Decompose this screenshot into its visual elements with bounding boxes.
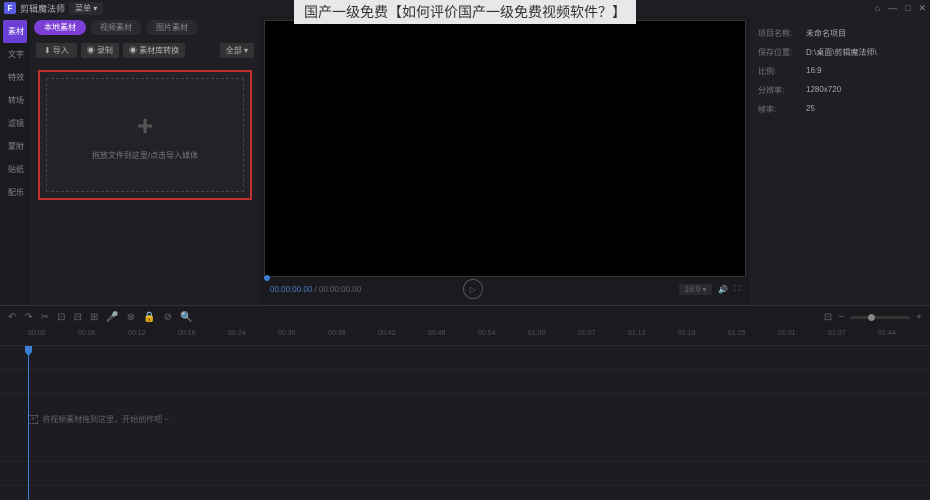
dropzone-text: 拖放文件到这里/点击导入媒体 xyxy=(92,150,198,161)
ruler-tick: 00:18 xyxy=(178,330,196,337)
undo-icon[interactable]: ↶ xyxy=(8,312,16,323)
track-row[interactable] xyxy=(0,346,930,370)
convert-chip[interactable]: ◉ 素材库转换 xyxy=(123,43,185,58)
ruler-tick: 00:24 xyxy=(228,330,246,337)
play-button[interactable]: ▷ xyxy=(463,279,483,299)
zoom-slider[interactable] xyxy=(850,316,910,319)
close-icon[interactable]: ✕ xyxy=(918,3,926,14)
search-icon[interactable]: 🔍 xyxy=(180,312,192,323)
prop-value-path: D:\桌面\剪辑魔法师\ xyxy=(806,47,877,58)
tool-icon-1[interactable]: ⊡ xyxy=(57,312,65,323)
maximize-icon[interactable]: □ xyxy=(905,3,910,14)
zoom-in-icon[interactable]: + xyxy=(916,312,922,323)
redo-icon[interactable]: ↷ xyxy=(24,312,32,323)
track-row[interactable] xyxy=(0,438,930,462)
tool-icon-4[interactable]: ⊗ xyxy=(127,312,135,323)
time-current: 00:00:00.00 xyxy=(270,285,312,294)
ruler-tick: 01:19 xyxy=(678,330,696,337)
ruler-tick: 01:25 xyxy=(728,330,746,337)
sidebar-item-music[interactable]: 配乐 xyxy=(0,181,30,204)
menu-button[interactable]: 菜单 ▾ xyxy=(69,2,103,15)
track-row[interactable] xyxy=(0,370,930,394)
playhead[interactable] xyxy=(28,346,29,500)
prop-label-name: 项目名称: xyxy=(758,28,798,39)
prop-value-name: 未命名项目 xyxy=(806,28,846,39)
cut-icon[interactable]: ✂ xyxy=(41,312,49,323)
ruler-tick: 00:54 xyxy=(478,330,496,337)
home-icon[interactable]: ⌂ xyxy=(875,3,880,14)
prop-label-path: 保存位置: xyxy=(758,47,798,58)
media-panel: 本地素材 视频素材 图片素材 ⬇ 导入 ◉ 录制 ◉ 素材库转换 全部 ▾ + … xyxy=(30,16,260,305)
ruler-tick: 00:00 xyxy=(28,330,46,337)
sidebar-item-media[interactable]: 素材 xyxy=(3,20,27,43)
tool-icon-5[interactable]: ⊘ xyxy=(164,312,172,323)
prop-label-fps: 帧率: xyxy=(758,104,798,115)
ruler-tick: 01:07 xyxy=(578,330,596,337)
tab-image-media[interactable]: 图片素材 xyxy=(146,20,198,35)
ruler-tick: 00:12 xyxy=(128,330,146,337)
ratio-selector[interactable]: 16:9 ▾ xyxy=(679,284,713,295)
prop-label-res: 分辨率: xyxy=(758,85,798,96)
timeline-tracks[interactable]: + 将视频素材拖到这里，开始创作吧 ~ xyxy=(0,346,930,500)
media-dropzone[interactable]: + 拖放文件到这里/点击导入媒体 xyxy=(38,70,252,200)
track-row[interactable] xyxy=(0,462,930,486)
ruler-tick: 00:42 xyxy=(378,330,396,337)
timeline-ruler[interactable]: 00:00 00:06 00:12 00:18 00:24 00:30 00:36 00:42… xyxy=(0,328,930,346)
tab-local-media[interactable]: 本地素材 xyxy=(34,20,86,35)
timeline: ↶ ↷ ✂ ⊡ ⊟ ⊞ 🎤 ⊗ 🔒 ⊘ 🔍 ⊡ − + 00:0000:0600… xyxy=(0,305,930,500)
app-logo-icon: F xyxy=(4,2,16,14)
timeline-toolbar: ↶ ↷ ✂ ⊡ ⊟ ⊞ 🎤 ⊗ 🔒 ⊘ 🔍 ⊡ − + xyxy=(0,306,930,328)
zoom-out-icon[interactable]: − xyxy=(838,312,844,323)
ruler-tick: 01:00 xyxy=(528,330,546,337)
ruler-tick: 01:31 xyxy=(778,330,796,337)
sidebar-item-effects[interactable]: 特效 xyxy=(0,66,30,89)
ruler-tick: 01:13 xyxy=(628,330,646,337)
minimize-icon[interactable]: — xyxy=(888,3,897,14)
ruler-tick: 00:30 xyxy=(278,330,296,337)
ruler-tick: 01:37 xyxy=(828,330,846,337)
ruler-tick: 00:06 xyxy=(78,330,96,337)
record-chip[interactable]: ◉ 录制 xyxy=(81,43,119,58)
time-duration: 00:00:00.00 xyxy=(319,285,361,294)
sidebar-item-sticker[interactable]: 贴纸 xyxy=(0,158,30,181)
mic-icon[interactable]: 🎤 xyxy=(106,312,118,323)
ruler-tick: 01:44 xyxy=(878,330,896,337)
prop-value-fps: 25 xyxy=(806,104,815,115)
import-button[interactable]: ⬇ 导入 xyxy=(36,43,77,58)
lock-icon[interactable]: 🔒 xyxy=(143,312,155,323)
tool-icon-3[interactable]: ⊞ xyxy=(90,312,98,323)
preview-video[interactable] xyxy=(264,20,746,277)
sidebar-item-filter[interactable]: 滤镜 xyxy=(0,112,30,135)
sidebar: 素材 文字 特效 转场 滤镜 蒙附 贴纸 配乐 xyxy=(0,16,30,305)
app-name: 剪辑魔法师 xyxy=(20,2,65,15)
tab-video-media[interactable]: 视频素材 xyxy=(90,20,142,35)
tool-icon-2[interactable]: ⊟ xyxy=(74,312,82,323)
volume-icon[interactable]: 🔊 xyxy=(718,285,728,294)
prop-value-res: 1280x720 xyxy=(806,85,841,96)
prop-value-ratio: 16:9 xyxy=(806,66,822,77)
sidebar-item-text[interactable]: 文字 xyxy=(0,43,30,66)
plus-icon: + xyxy=(137,110,153,142)
timeline-hint: + 将视频素材拖到这里，开始创作吧 ~ xyxy=(28,414,169,425)
overlay-banner: 国产一级免费【如何评价国产一级免费视频软件？】 xyxy=(294,0,636,24)
sidebar-item-transition[interactable]: 转场 xyxy=(0,89,30,112)
filter-all-chip[interactable]: 全部 ▾ xyxy=(220,43,254,58)
preview-panel: 00:00:00.00 / 00:00:00.00 ▷ 16:9 ▾ 🔊 ⛶ xyxy=(260,16,750,305)
ruler-tick: 00:48 xyxy=(428,330,446,337)
properties-panel: 项目名称: 未命名项目 保存位置: D:\桌面\剪辑魔法师\ 比例: 16:9 分辨率… xyxy=(750,16,930,305)
fullscreen-icon[interactable]: ⛶ xyxy=(734,284,740,294)
sidebar-item-overlay[interactable]: 蒙附 xyxy=(0,135,30,158)
hint-plus-icon: + xyxy=(28,415,38,424)
prop-label-ratio: 比例: xyxy=(758,66,798,77)
zoom-fit-icon[interactable]: ⊡ xyxy=(824,312,832,323)
ruler-tick: 00:36 xyxy=(328,330,346,337)
